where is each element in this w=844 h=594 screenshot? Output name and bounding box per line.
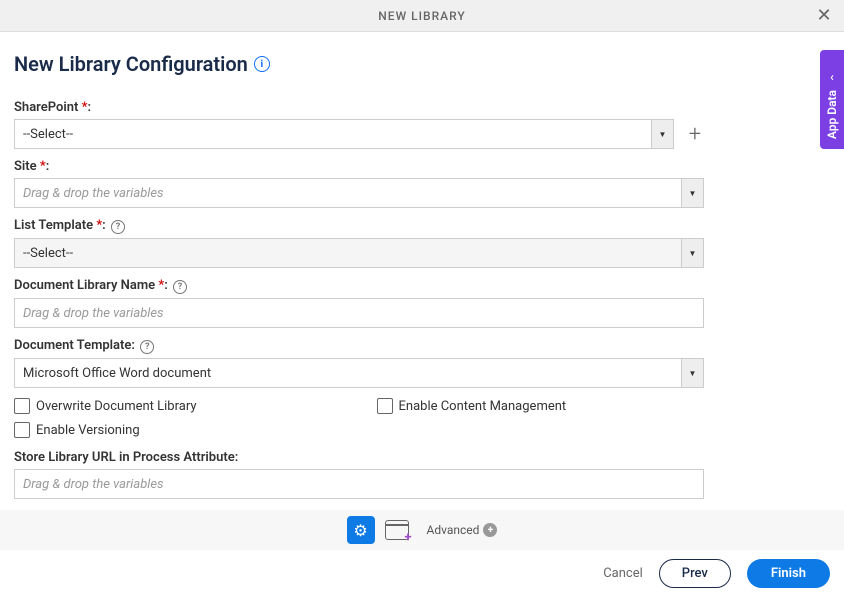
doc-template-select[interactable]: Microsoft Office Word document ▼ bbox=[14, 358, 704, 388]
sharepoint-select[interactable]: --Select-- ▼ bbox=[14, 119, 674, 149]
field-site: Site *: Drag & drop the variables ▼ bbox=[14, 159, 706, 208]
new-window-button[interactable] bbox=[385, 520, 409, 540]
required-mark: * bbox=[96, 218, 102, 233]
checkbox-icon bbox=[14, 398, 30, 414]
checkbox-icon bbox=[377, 398, 393, 414]
help-icon[interactable]: ? bbox=[140, 340, 154, 354]
doc-template-label: Document Template: ? bbox=[14, 338, 706, 354]
checkbox-icon bbox=[14, 422, 30, 438]
modal-title: NEW LIBRARY bbox=[378, 9, 465, 23]
gear-icon: ⚙ bbox=[353, 521, 367, 540]
page-title: New Library Configuration i bbox=[14, 52, 706, 76]
field-store-url: Store Library URL in Process Attribute: bbox=[14, 450, 706, 499]
field-doc-lib-name: Document Library Name *: ? bbox=[14, 278, 706, 328]
overwrite-label: Overwrite Document Library bbox=[36, 399, 197, 414]
enable-versioning-checkbox[interactable]: Enable Versioning bbox=[14, 422, 140, 438]
checkbox-row-2: Enable Versioning bbox=[14, 422, 706, 438]
advanced-text: Advanced bbox=[427, 523, 480, 537]
action-bar: Cancel Prev Finish bbox=[603, 559, 830, 588]
info-icon[interactable]: i bbox=[254, 56, 270, 72]
field-doc-template: Document Template: ? Microsoft Office Wo… bbox=[14, 338, 706, 388]
page-title-text: New Library Configuration bbox=[14, 52, 248, 76]
overwrite-checkbox[interactable]: Overwrite Document Library bbox=[14, 398, 197, 414]
enable-content-label: Enable Content Management bbox=[399, 399, 567, 414]
chevron-down-icon: ▼ bbox=[651, 120, 673, 148]
help-icon[interactable]: ? bbox=[173, 280, 187, 294]
settings-button[interactable]: ⚙ bbox=[347, 516, 375, 544]
modal-header: NEW LIBRARY ✕ bbox=[0, 0, 844, 32]
field-list-template: List Template *: ? --Select-- ▼ bbox=[14, 218, 706, 268]
help-icon[interactable]: ? bbox=[111, 220, 125, 234]
list-template-label: List Template *: ? bbox=[14, 218, 706, 234]
enable-versioning-label: Enable Versioning bbox=[36, 423, 140, 438]
add-sharepoint-icon[interactable]: + bbox=[684, 123, 706, 145]
chevron-down-icon: ▼ bbox=[681, 239, 703, 267]
site-input[interactable]: Drag & drop the variables ▼ bbox=[14, 178, 704, 208]
chevron-left-icon: ‹ bbox=[830, 70, 834, 84]
required-mark: * bbox=[40, 159, 46, 174]
required-mark: * bbox=[158, 278, 164, 293]
list-template-select[interactable]: --Select-- ▼ bbox=[14, 238, 704, 268]
doc-template-value: Microsoft Office Word document bbox=[15, 366, 681, 381]
doc-lib-name-label: Document Library Name *: ? bbox=[14, 278, 706, 294]
checkbox-row-1: Overwrite Document Library Enable Conten… bbox=[14, 398, 706, 414]
field-sharepoint: SharePoint *: --Select-- ▼ + bbox=[14, 100, 706, 149]
chevron-down-icon: ▼ bbox=[681, 179, 703, 207]
cancel-button[interactable]: Cancel bbox=[603, 566, 643, 581]
store-url-input[interactable] bbox=[14, 469, 704, 499]
site-placeholder: Drag & drop the variables bbox=[15, 186, 681, 201]
sharepoint-label: SharePoint *: bbox=[14, 100, 706, 115]
footer-bar: ⚙ Advanced + bbox=[0, 510, 844, 550]
enable-content-checkbox[interactable]: Enable Content Management bbox=[377, 398, 567, 414]
close-icon[interactable]: ✕ bbox=[814, 6, 834, 26]
chevron-down-icon: ▼ bbox=[681, 359, 703, 387]
site-label: Site *: bbox=[14, 159, 706, 174]
app-data-label: App Data bbox=[825, 90, 839, 139]
list-template-value: --Select-- bbox=[15, 246, 681, 261]
store-url-label: Store Library URL in Process Attribute: bbox=[14, 450, 706, 465]
sharepoint-value: --Select-- bbox=[15, 127, 651, 142]
plus-circle-icon: + bbox=[483, 523, 497, 537]
app-data-tab[interactable]: ‹ App Data bbox=[820, 50, 844, 149]
finish-button[interactable]: Finish bbox=[747, 559, 830, 588]
form-content: New Library Configuration i SharePoint *… bbox=[0, 32, 720, 499]
required-mark: * bbox=[82, 100, 88, 115]
advanced-button[interactable]: Advanced + bbox=[427, 523, 498, 537]
doc-lib-name-input[interactable] bbox=[14, 298, 704, 328]
prev-button[interactable]: Prev bbox=[659, 559, 731, 588]
